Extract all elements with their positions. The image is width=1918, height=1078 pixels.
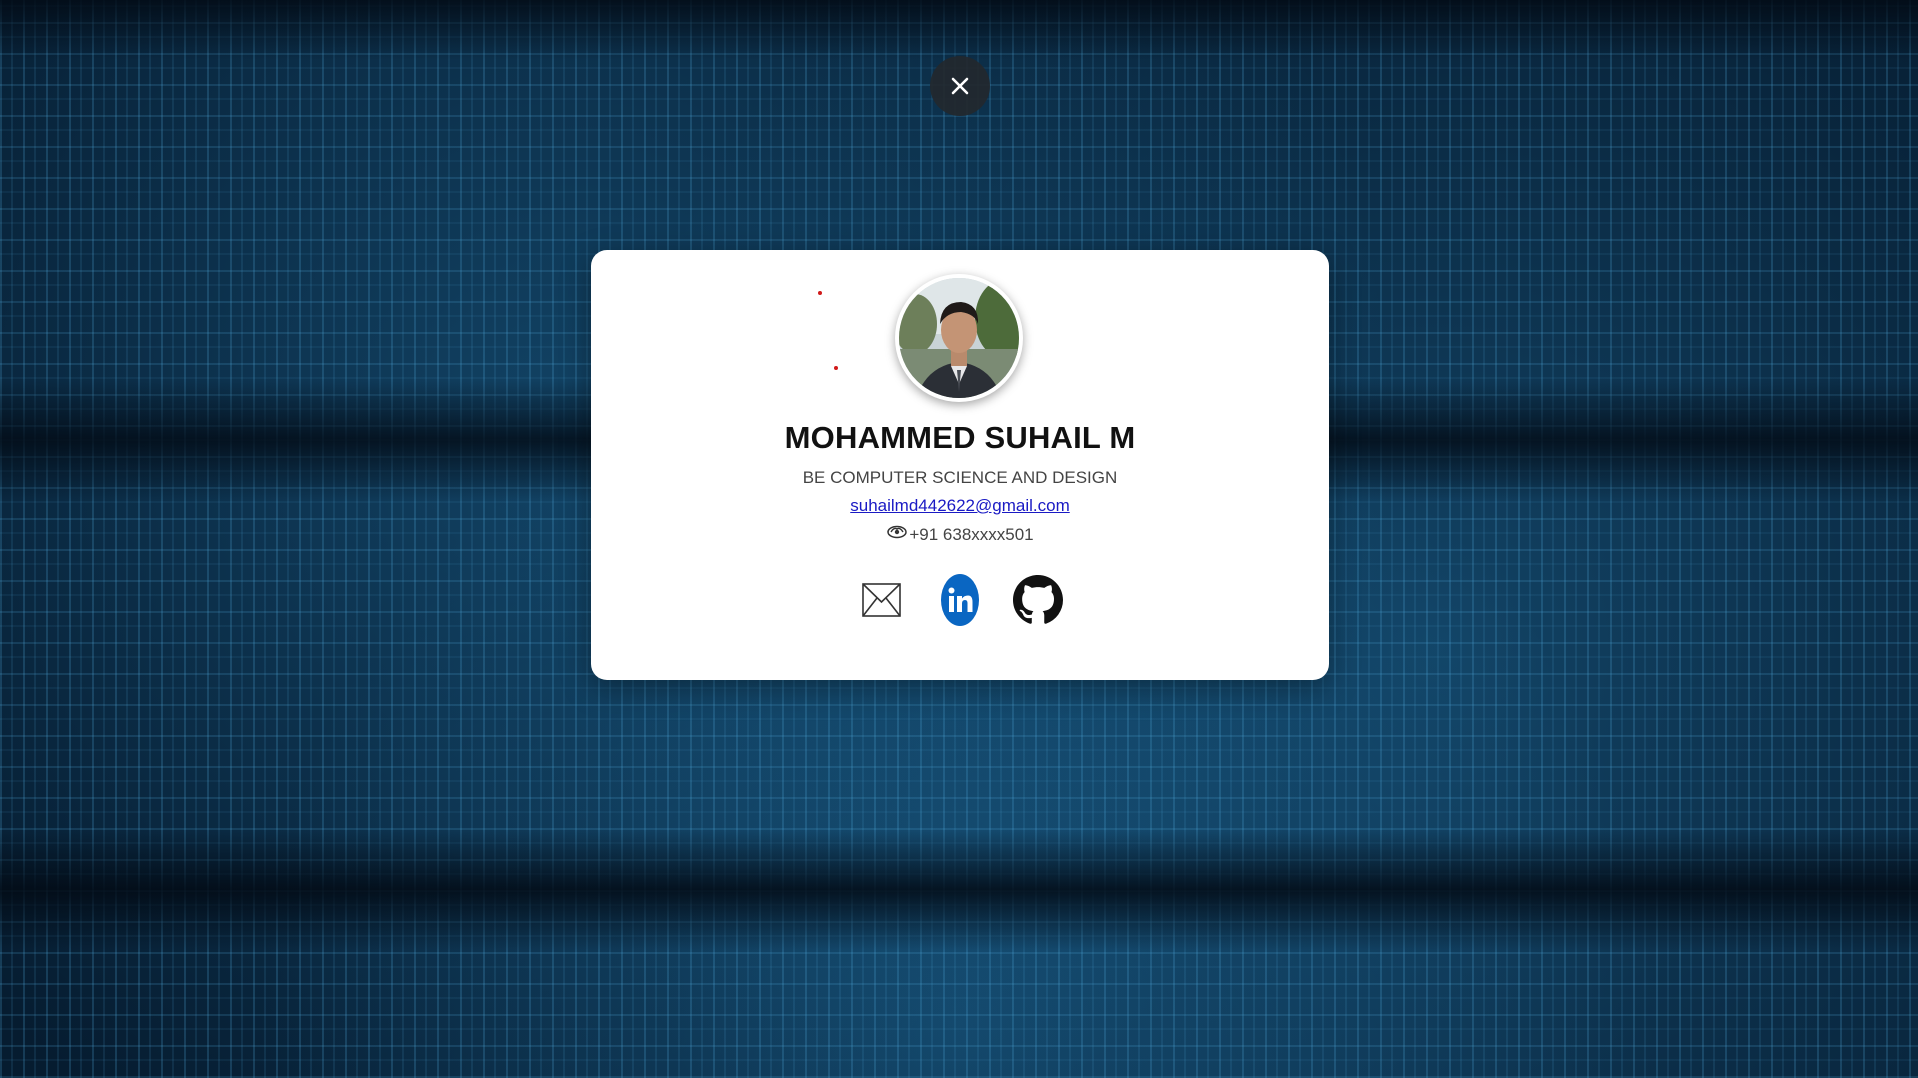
email-social-button[interactable] bbox=[857, 572, 907, 628]
phone-row: +91 638xxxx501 bbox=[591, 525, 1329, 545]
phone-number: +91 638xxxx501 bbox=[909, 525, 1034, 544]
linkedin-social-button[interactable] bbox=[935, 572, 985, 628]
email-icon bbox=[862, 583, 901, 617]
decorative-dot bbox=[834, 366, 838, 370]
decorative-dot bbox=[818, 291, 822, 295]
profile-name: MOHAMMED SUHAIL M bbox=[784, 420, 1136, 455]
email-link-container: suhailmd442622@gmail.com bbox=[591, 496, 1329, 516]
profile-degree: BE COMPUTER SCIENCE AND DESIGN bbox=[802, 468, 1118, 487]
close-icon bbox=[951, 77, 969, 95]
github-social-button[interactable] bbox=[1013, 572, 1063, 628]
github-icon bbox=[1013, 575, 1063, 624]
email-link[interactable]: suhailmd442622@gmail.com bbox=[850, 496, 1069, 515]
phone-icon bbox=[887, 525, 908, 539]
linkedin-icon bbox=[941, 574, 979, 626]
social-links bbox=[591, 572, 1329, 628]
avatar bbox=[895, 274, 1023, 402]
profile-card: MOHAMMED SUHAIL M BE COMPUTER SCIENCE AN… bbox=[591, 250, 1329, 680]
close-button[interactable] bbox=[930, 56, 990, 116]
